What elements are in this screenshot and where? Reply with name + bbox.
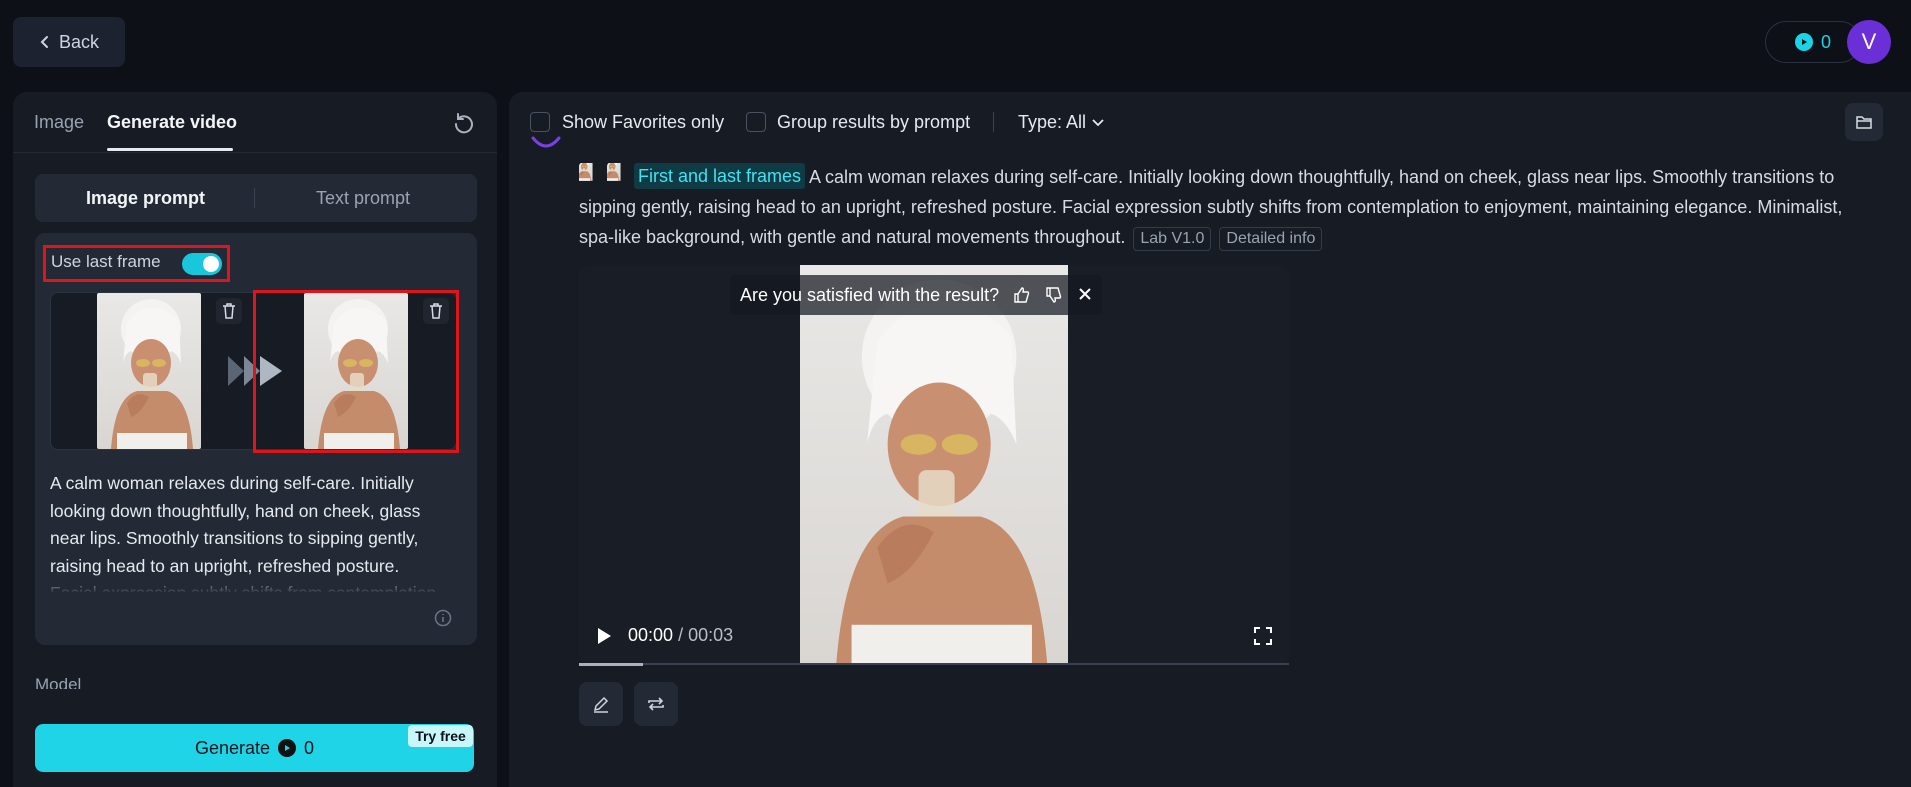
group-by-prompt-label[interactable]: Group results by prompt [777,112,970,133]
filter-divider [993,112,994,132]
text-prompt-option[interactable]: Text prompt [316,188,410,209]
trash-icon [223,303,235,319]
tabs-divider [13,152,497,153]
mini-last-frame [607,163,633,189]
thumbs-down-icon[interactable] [1045,286,1063,304]
regenerate-button[interactable] [634,682,678,726]
tab-image[interactable]: Image [34,112,84,133]
group-by-prompt-checkbox[interactable] [746,112,766,132]
chevron-down-icon [1092,118,1104,126]
folder-icon [1856,116,1872,129]
folder-button[interactable] [1845,103,1883,141]
model-section-label: Model [35,675,82,689]
video-duration: / 00:03 [678,625,734,645]
show-favorites-checkbox[interactable] [530,112,550,132]
video-frame [800,265,1068,665]
credit-coin-icon [1794,33,1813,51]
loading-indicator-icon [531,136,561,148]
thumbs-up-icon[interactable] [1013,286,1031,304]
generate-label: Generate [194,737,271,758]
close-icon[interactable] [1077,286,1095,304]
credit-coin-icon [278,739,297,757]
info-icon[interactable] [434,609,452,627]
result-source-frames [579,163,633,189]
delete-first-frame-button[interactable] [216,298,242,324]
video-progress-track[interactable] [579,663,1289,665]
type-filter-dropdown[interactable]: Type: All [1018,112,1104,133]
avatar[interactable]: V [1847,20,1891,64]
feedback-question: Are you satisfied with the result? [740,284,1000,305]
current-time: 00:00 [628,625,674,645]
show-favorites-label[interactable]: Show Favorites only [562,112,724,133]
segment-divider [254,188,255,208]
mini-first-frame [579,163,605,189]
mode-chip: First and last frames [634,163,806,189]
image-prompt-option[interactable]: Image prompt [86,188,205,209]
feedback-bar: Are you satisfied with the result? [730,275,1102,315]
type-filter-label: Type: All [1018,112,1087,132]
fullscreen-icon[interactable] [1253,626,1273,646]
tab-generate-video[interactable]: Generate video [107,112,237,133]
model-version-tag: Lab V1.0 [1133,227,1212,251]
pencil-icon [593,696,609,713]
active-tab-indicator [107,148,233,151]
use-last-frame-highlight [43,245,230,282]
repeat-icon [648,697,664,711]
last-frame-highlight [253,290,459,453]
prompt-fade [50,572,460,594]
try-free-badge: Try free [408,725,473,747]
play-icon[interactable] [594,625,614,647]
playback-time: 00:00 / 00:03 [628,625,733,646]
chevron-left-icon [40,36,48,48]
detailed-info-link[interactable]: Detailed info [1219,227,1323,251]
generate-cost: 0 [304,737,315,758]
edit-button[interactable] [579,682,623,726]
back-label: Back [58,31,100,52]
first-frame-image[interactable] [97,293,201,449]
credits-count: 0 [1820,31,1831,52]
video-progress-fill [579,663,643,666]
back-button[interactable]: Back [13,17,125,67]
reset-icon[interactable] [451,110,477,136]
